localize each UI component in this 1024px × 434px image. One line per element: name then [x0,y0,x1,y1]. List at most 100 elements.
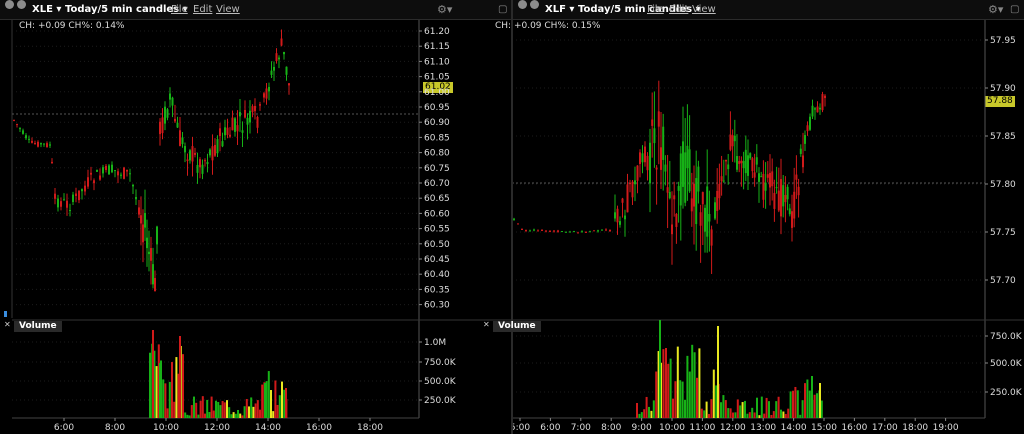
volume-bar [159,363,161,418]
candle-body [639,152,641,164]
time-axis-label: 17:00 [872,423,898,433]
candle-body [288,83,290,86]
volume-bar [676,346,679,418]
close-pane-icon[interactable]: ✕ [483,320,490,329]
volume-bar [160,360,162,418]
candle-body [150,248,152,261]
candle-body [695,178,698,225]
volume-bar [153,350,156,418]
symbol-label: XLF [545,4,566,15]
menu-file[interactable]: File [171,0,188,19]
candle-body [251,106,254,113]
candle-body [43,143,45,145]
menu-view[interactable]: View [216,0,240,19]
candle-body [270,70,273,75]
link-icon[interactable] [17,0,26,9]
window-titlebar: XLF ▾ Today/5 min candles ▾ File Edit Vi… [513,0,1024,20]
menu-edit[interactable]: Edit [193,0,212,19]
chart-window-xle: XLE ▾ Today/5 min candles ▾ File Edit Vi… [0,0,511,434]
candle-body [714,202,716,219]
volume-bar [179,345,182,418]
close-pane-icon[interactable]: ✕ [4,320,11,329]
candle-body [641,153,644,163]
candle-body [589,231,591,233]
volume-bar [667,363,670,418]
candle-body [744,149,747,174]
volume-bar [820,400,823,418]
candle-body [221,141,224,147]
candle-body [725,159,727,162]
candle-body [224,127,226,136]
volume-bar [758,415,761,418]
candle-body [280,38,283,46]
candle-body [585,231,587,233]
gear-icon[interactable]: ⚙▾ [988,0,1003,19]
candle-body [78,190,80,201]
candle-body [722,180,725,182]
candle-body [206,161,209,165]
volume-bar [285,399,288,418]
price-chart-xle[interactable]: 61.2061.1561.1061.0561.0060.9560.9060.85… [0,0,511,434]
candle-body [275,53,278,61]
minimize-icon[interactable] [5,0,14,9]
candle-body [636,165,639,181]
symbol-selector[interactable]: XLE ▾ [32,0,61,19]
time-axis-label: 16:00 [841,423,867,433]
time-axis-label: 12:00 [204,423,230,433]
menu-edit[interactable]: Edit [669,0,688,19]
price-axis-label: 60.80 [424,149,450,159]
candle-body [609,229,611,232]
close-icon[interactable]: ▢ [1010,0,1019,19]
symbol-selector[interactable]: XLF ▾ [545,0,574,19]
candle-body [802,155,804,168]
minimize-icon[interactable] [518,0,527,9]
volume-bar [234,413,237,418]
price-axis-label: 60.65 [424,194,450,204]
candle-body [751,158,754,172]
last-price-tag: 57.88 [985,96,1015,107]
candle-body [786,186,789,200]
candle-body [196,164,199,173]
candle-body [653,128,656,144]
candle-body [117,171,119,176]
time-axis-label: 14:00 [781,423,807,433]
volume-bar [657,351,660,418]
candle-body [102,167,104,174]
candle-body [19,128,21,130]
candle-body [99,175,101,180]
candle-body [727,164,730,170]
candle-body [668,191,671,199]
menu-view[interactable]: View [692,0,716,19]
time-axis-label: 5:00 [513,423,530,433]
candle-body [239,112,241,117]
volume-bar [256,400,259,418]
volume-bar [250,397,253,418]
price-axis-label: 61.10 [424,57,450,67]
candle-body [278,57,280,60]
volume-bar [155,366,158,418]
volume-bar [691,344,694,418]
candle-body [138,207,140,215]
close-icon[interactable]: ▢ [498,0,507,19]
candle-body [646,155,649,171]
price-axis-label: 57.85 [990,132,1016,142]
candle-body [795,174,798,180]
volume-bar [813,394,816,418]
link-icon[interactable] [530,0,539,9]
candle-body [28,138,30,140]
gear-icon[interactable]: ⚙▾ [437,0,452,19]
candle-body [614,212,616,219]
candle-body [241,130,244,133]
volume-bar [223,402,226,418]
period-selector[interactable]: Today/5 min candles ▾ [65,0,188,19]
volume-bar [237,409,239,418]
candle-body [40,143,42,145]
price-axis-label: 61.20 [424,27,450,37]
candle-body [704,207,706,232]
menu-file[interactable]: File [647,0,664,19]
candle-body [184,146,186,153]
volume-bar [243,406,246,418]
price-chart-xlf[interactable]: 57.95 57.90 57.85 57.80 57.75 57.70 750.0K 500.… [513,0,1024,434]
candle-body [697,166,700,192]
volume-bar [195,402,198,418]
